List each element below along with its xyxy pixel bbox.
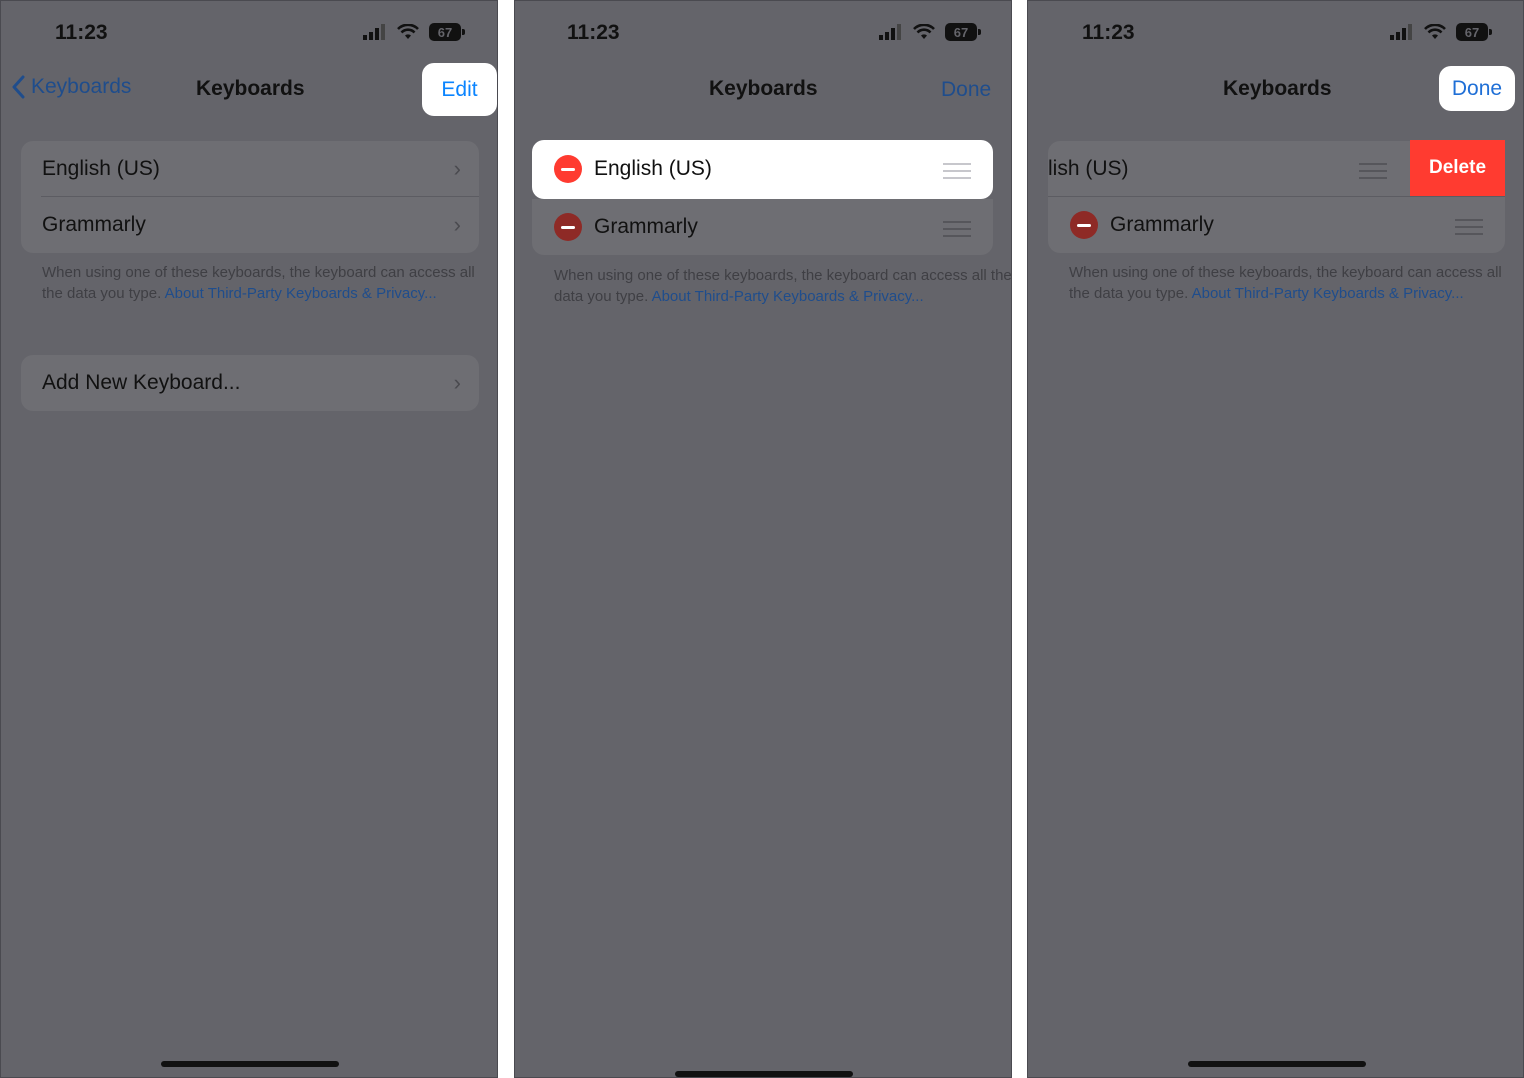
delete-minus-icon[interactable]	[1070, 211, 1098, 239]
done-button[interactable]: Done	[941, 78, 991, 102]
keyboard-row-english-highlighted[interactable]: English (US)	[532, 140, 993, 199]
reorder-grip-icon[interactable]	[1455, 219, 1483, 235]
wifi-icon	[913, 24, 935, 39]
cellular-signal-icon	[879, 24, 901, 40]
keyboard-label: lish (US)	[1048, 157, 1129, 180]
reorder-grip-icon[interactable]	[1359, 163, 1387, 179]
privacy-footnote: When using one of these keyboards, the k…	[554, 265, 1011, 307]
privacy-link[interactable]: About Third-Party Keyboards & Privacy...	[165, 285, 437, 302]
cellular-signal-icon	[363, 24, 385, 40]
row-content: English (US)	[554, 155, 712, 183]
back-button[interactable]: Keyboards	[11, 75, 131, 99]
wifi-icon	[1424, 24, 1446, 39]
keyboard-label: English (US)	[594, 157, 712, 180]
keyboard-label: Grammarly	[594, 215, 698, 238]
keyboard-label: Grammarly	[1110, 213, 1214, 236]
add-new-keyboard-row[interactable]: Add New Keyboard... ›	[21, 355, 479, 411]
add-keyboard-label: Add New Keyboard...	[42, 371, 241, 394]
privacy-footnote: When using one of these keyboards, the k…	[1069, 262, 1521, 304]
status-icons: 67	[1390, 23, 1492, 41]
screen-keyboards-swipe-delete: 11:23 67 Keyboards Done lish (US) Gramma…	[1027, 0, 1524, 1078]
chevron-left-icon	[12, 75, 25, 99]
cellular-signal-icon	[1390, 24, 1412, 40]
privacy-link[interactable]: About Third-Party Keyboards & Privacy...	[1192, 285, 1464, 302]
chevron-right-icon: ›	[453, 212, 461, 237]
battery-icon: 67	[429, 23, 465, 41]
delete-button[interactable]: Delete	[1410, 140, 1505, 196]
reorder-grip-icon[interactable]	[943, 221, 971, 237]
home-indicator	[1188, 1061, 1366, 1067]
reorder-grip-icon[interactable]	[943, 163, 971, 179]
screen-keyboards-list: 11:23 67 Keyboards Keyboards Edit Englis…	[0, 0, 498, 1078]
keyboard-row-grammarly[interactable]: Grammarly	[554, 213, 698, 241]
keyboards-group: English (US) › Grammarly ›	[21, 141, 479, 253]
back-label: Keyboards	[31, 75, 132, 98]
keyboard-row-grammarly[interactable]: Grammarly	[1070, 211, 1214, 239]
status-time: 11:23	[1082, 21, 1135, 44]
status-icons: 67	[363, 23, 465, 41]
chevron-right-icon: ›	[453, 156, 461, 181]
delete-minus-icon[interactable]	[554, 213, 582, 241]
home-indicator	[675, 1071, 853, 1077]
divider	[1048, 196, 1505, 197]
keyboard-row-grammarly[interactable]: Grammarly ›	[21, 197, 479, 253]
status-time: 11:23	[567, 21, 620, 44]
battery-icon: 67	[945, 23, 981, 41]
home-indicator	[161, 1061, 339, 1067]
keyboard-row-english[interactable]: English (US) ›	[21, 141, 479, 197]
status-icons: 67	[879, 23, 981, 41]
screen-keyboards-edit: 11:23 67 Keyboards Done English (US) Gra…	[514, 0, 1012, 1078]
keyboard-label: Grammarly	[42, 213, 146, 236]
wifi-icon	[397, 24, 419, 39]
keyboard-label: English (US)	[42, 157, 160, 180]
chevron-right-icon: ›	[453, 370, 461, 395]
done-button[interactable]: Done	[1439, 66, 1515, 111]
page-title: Keyboards	[709, 77, 818, 100]
edit-button[interactable]: Edit	[422, 63, 497, 116]
page-title: Keyboards	[196, 77, 305, 100]
delete-minus-icon[interactable]	[554, 155, 582, 183]
status-time: 11:23	[55, 21, 108, 44]
battery-icon: 67	[1456, 23, 1492, 41]
add-keyboard-group: Add New Keyboard... ›	[21, 355, 479, 411]
keyboards-group: Grammarly	[532, 199, 993, 255]
privacy-link[interactable]: About Third-Party Keyboards & Privacy...	[652, 288, 924, 305]
page-title: Keyboards	[1223, 77, 1332, 100]
privacy-footnote: When using one of these keyboards, the k…	[42, 262, 494, 304]
